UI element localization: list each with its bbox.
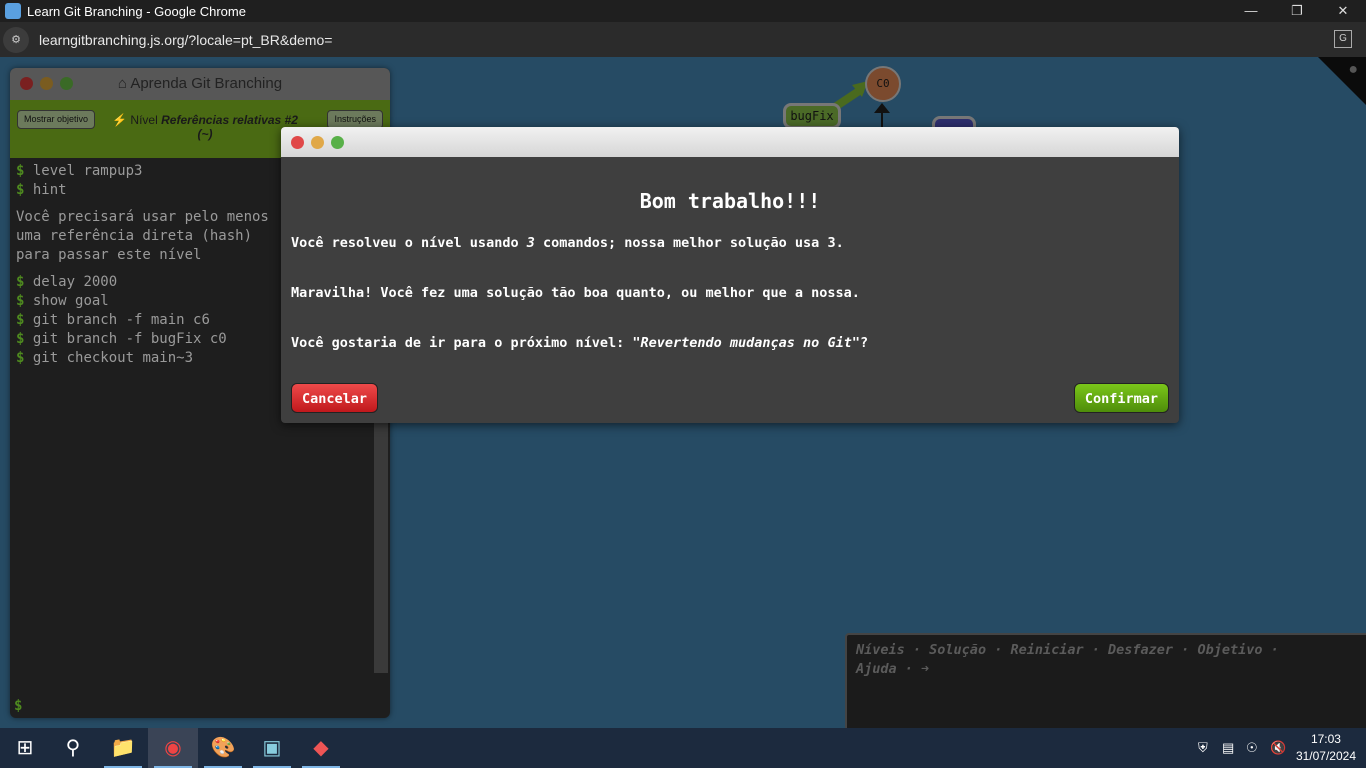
file-explorer-icon[interactable]: 📁 — [98, 728, 148, 768]
network-icon[interactable]: ▤ — [1222, 728, 1234, 768]
maximize-dot-icon[interactable] — [60, 77, 73, 90]
praise-text: Maravilha! Você fez uma solução tão boa … — [291, 285, 860, 301]
terminal-title: Aprenda Git Branching — [130, 75, 283, 92]
security-icon[interactable]: ⛨ — [1198, 728, 1208, 768]
command-bar: Níveis · Solução · Reiniciar · Desfazer … — [845, 633, 1366, 728]
git-gui-icon[interactable]: ◆ — [296, 728, 346, 768]
commit-edge-head — [874, 103, 890, 113]
close-button[interactable]: ✕ — [1320, 0, 1366, 22]
maximize-dot-icon[interactable] — [331, 136, 344, 149]
translate-icon[interactable]: G — [1334, 30, 1352, 48]
chrome-icon[interactable]: ◉ — [148, 728, 198, 768]
exit-icon[interactable]: ➜ — [921, 661, 929, 677]
next-level-question: Você gostaria de ir para o próximo nível… — [291, 335, 869, 351]
command-prompt[interactable]: $ — [14, 698, 22, 714]
dialog-title: Bom trabalho!!! — [639, 189, 821, 213]
home-icon[interactable]: ⌂ — [118, 75, 127, 92]
confirm-button[interactable]: Confirmar — [1073, 383, 1169, 413]
address-bar[interactable]: ⚙ learngitbranching.js.org/?locale=pt_BR… — [0, 22, 1366, 57]
paint-icon[interactable]: 🎨 — [198, 728, 248, 768]
window-title: Learn Git Branching - Google Chrome — [27, 3, 246, 19]
cmd-solution[interactable]: Solução — [929, 642, 986, 658]
browser-titlebar: Learn Git Branching - Google Chrome — ❐ … — [0, 0, 1366, 22]
result-text: Você resolveu o nível usando 3 comandos;… — [291, 235, 844, 251]
site-info-icon[interactable]: ⚙ — [3, 26, 29, 53]
volume-muted-icon[interactable]: 🔇 — [1270, 728, 1286, 768]
close-dot-icon[interactable] — [20, 77, 33, 90]
notepad-icon[interactable]: ▣ — [247, 728, 297, 768]
start-icon[interactable]: ⊞ — [0, 728, 50, 768]
search-icon[interactable]: ⚲ — [48, 728, 98, 768]
commit-node[interactable]: C0 — [865, 66, 901, 102]
app-favicon-icon — [5, 3, 21, 19]
hint-text: Você precisará usar pelo menos uma refer… — [16, 209, 269, 263]
eye-icon[interactable]: ☉ — [1246, 728, 1258, 768]
show-goal-button[interactable]: Mostrar objetivo — [17, 110, 96, 129]
cmd-objective[interactable]: Objetivo — [1197, 642, 1262, 658]
clock[interactable]: 17:03 31/07/2024 — [1296, 731, 1356, 765]
minimize-button[interactable]: — — [1228, 0, 1274, 22]
level-title: ⚡ Nível Referências relativas #2 (~) — [112, 113, 298, 141]
bolt-icon: ⚡ — [112, 113, 128, 127]
terminal-header: ⌂ Aprenda Git Branching — [10, 68, 390, 100]
minimize-dot-icon[interactable] — [311, 136, 324, 149]
cmd-undo[interactable]: Desfazer — [1108, 642, 1173, 658]
cmd-help[interactable]: Ajuda — [856, 661, 897, 677]
cmd-reset[interactable]: Reiniciar — [1010, 642, 1083, 658]
taskbar: ⊞ ⚲ 📁 ◉ 🎨 ▣ ◆ ⛨ ▤ ☉ 🔇 17:03 31/07/2024 — [0, 728, 1366, 768]
url-text[interactable]: learngitbranching.js.org/?locale=pt_BR&d… — [39, 32, 332, 48]
success-dialog: Bom trabalho!!! Você resolveu o nível us… — [281, 127, 1179, 423]
cmd-levels[interactable]: Níveis — [856, 642, 905, 658]
minimize-dot-icon[interactable] — [40, 77, 53, 90]
cancel-button[interactable]: Cancelar — [291, 383, 379, 413]
close-dot-icon[interactable] — [291, 136, 304, 149]
restore-button[interactable]: ❐ — [1274, 0, 1320, 22]
dialog-titlebar — [281, 127, 1179, 157]
branch-label-bugfix[interactable]: bugFix — [783, 103, 841, 129]
